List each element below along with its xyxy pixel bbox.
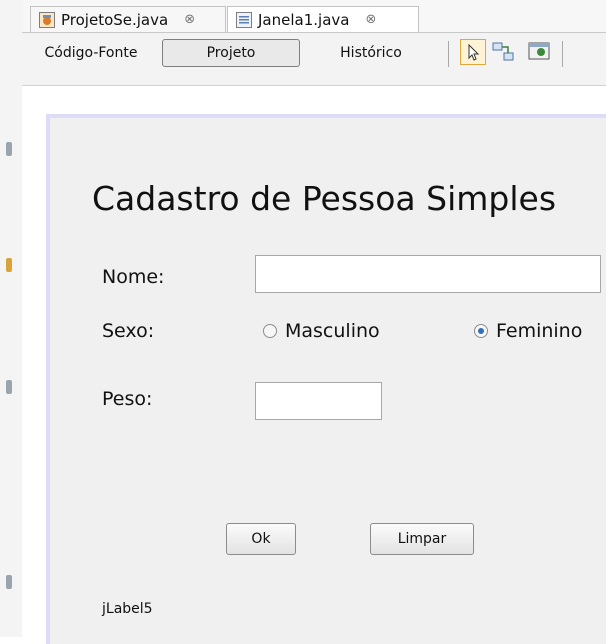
- java-form-icon: [39, 11, 55, 28]
- editor-gutter: [0, 0, 23, 637]
- gutter-marker: [6, 142, 12, 156]
- radio-button-selected-icon: [474, 324, 488, 338]
- tab-label: ProjetoSe.java: [61, 10, 169, 29]
- form-title: Cadastro de Pessoa Simples: [92, 179, 557, 218]
- java-file-icon: [236, 11, 252, 28]
- connection-mode-icon[interactable]: [490, 39, 516, 65]
- radio-label: Masculino: [285, 320, 380, 342]
- radio-label: Feminino: [496, 320, 583, 342]
- selection-mode-icon[interactable]: [460, 39, 486, 65]
- weight-label: Peso:: [102, 388, 153, 410]
- tab-janela1[interactable]: Janela1.java ⊗: [227, 6, 419, 32]
- ok-button[interactable]: Ok: [226, 523, 296, 555]
- tab-projetose[interactable]: ProjetoSe.java ⊗: [30, 6, 226, 32]
- weight-field[interactable]: [255, 382, 382, 420]
- close-tab-icon[interactable]: ⊗: [365, 12, 376, 27]
- name-label: Nome:: [102, 266, 165, 288]
- design-view-button[interactable]: Projeto: [162, 39, 300, 67]
- radio-feminino[interactable]: Feminino: [474, 320, 582, 342]
- tab-label: Janela1.java: [258, 10, 350, 29]
- status-label: jLabel5: [102, 601, 153, 617]
- name-field[interactable]: [255, 255, 601, 293]
- history-view-button[interactable]: Histórico: [312, 39, 430, 67]
- gutter-marker: [6, 380, 12, 394]
- source-view-button[interactable]: Código-Fonte: [30, 39, 152, 67]
- view-toolbar: Código-Fonte Projeto Histórico: [22, 33, 606, 86]
- preview-design-icon[interactable]: [526, 39, 552, 65]
- gutter-marker: [6, 575, 12, 589]
- clear-button[interactable]: Limpar: [370, 523, 474, 555]
- sex-label: Sexo:: [102, 320, 155, 342]
- radio-button-icon: [263, 324, 277, 338]
- close-tab-icon[interactable]: ⊗: [184, 12, 195, 27]
- toolbar-separator: [448, 41, 449, 67]
- editor-tab-bar: ProjetoSe.java ⊗ Janela1.java ⊗: [22, 0, 606, 33]
- form-frame: Cadastro de Pessoa Simples Nome: Sexo: M…: [46, 114, 606, 644]
- toolbar-separator: [562, 41, 563, 67]
- design-canvas: Cadastro de Pessoa Simples Nome: Sexo: M…: [22, 86, 606, 644]
- gutter-marker: [6, 258, 12, 272]
- radio-masculino[interactable]: Masculino: [263, 320, 380, 342]
